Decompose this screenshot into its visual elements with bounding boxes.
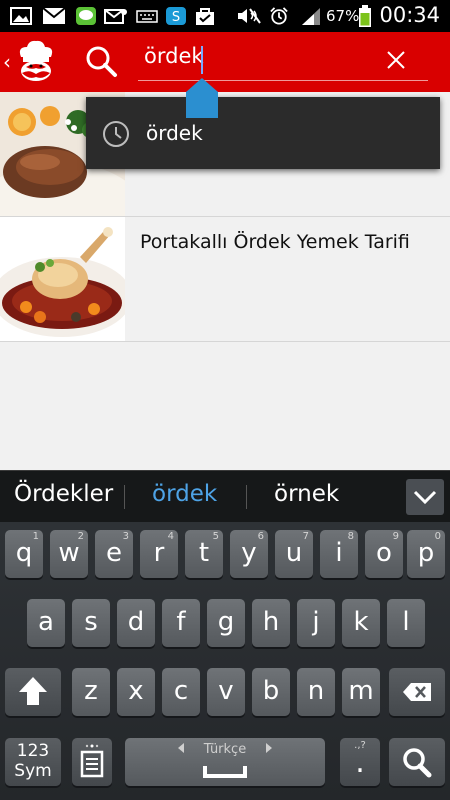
email-icon: [104, 9, 127, 24]
gmail-icon: [42, 7, 66, 24]
key-u[interactable]: 7u: [275, 530, 313, 578]
key-q[interactable]: 1q: [5, 530, 43, 578]
shift-arrow-icon: [19, 677, 47, 705]
search-input[interactable]: ördek: [144, 44, 204, 68]
clipboard-key[interactable]: [72, 738, 112, 786]
recipe-thumbnail: [0, 217, 125, 341]
key-a[interactable]: a: [27, 599, 65, 647]
key-o[interactable]: 9o: [365, 530, 403, 578]
key-c[interactable]: c: [162, 668, 200, 716]
search-underline: [138, 80, 428, 81]
key-t[interactable]: 5t: [185, 530, 223, 578]
text-selection-handle[interactable]: [186, 78, 218, 118]
suggestion-text: ördek: [146, 121, 203, 145]
clipboard-icon: [80, 744, 104, 778]
key-f[interactable]: f: [162, 599, 200, 647]
prediction-1[interactable]: Ördekler: [14, 481, 113, 507]
action-bar: ‹ ördek: [0, 32, 450, 92]
signal-icon: [302, 8, 320, 25]
recipe-title: Portakallı Ördek Yemek Tarifi: [140, 231, 410, 253]
mute-icon: [238, 8, 261, 24]
key-y[interactable]: 6y: [230, 530, 268, 578]
key-z[interactable]: z: [72, 668, 110, 716]
chef-logo-icon[interactable]: [13, 39, 59, 85]
key-d[interactable]: d: [117, 599, 155, 647]
prediction-3[interactable]: örnek: [274, 481, 339, 507]
history-clock-icon: [103, 121, 129, 147]
chevron-down-icon: [413, 490, 437, 505]
clear-search-icon[interactable]: [384, 48, 408, 72]
key-n[interactable]: n: [297, 668, 335, 716]
key-m[interactable]: m: [342, 668, 380, 716]
key-i[interactable]: 8i: [320, 530, 358, 578]
keyboard-icon: [136, 10, 158, 23]
search-suggestion[interactable]: ördek: [86, 97, 440, 169]
battery-icon: [359, 5, 371, 27]
key-b[interactable]: b: [252, 668, 290, 716]
expand-predictions-button[interactable]: [406, 479, 444, 515]
shift-key[interactable]: [5, 668, 61, 716]
key-v[interactable]: v: [207, 668, 245, 716]
key-e[interactable]: 3e: [95, 530, 133, 578]
key-l[interactable]: l: [387, 599, 425, 647]
period-key[interactable]: .,? .: [340, 738, 380, 786]
battery-percent: 67%: [326, 7, 360, 25]
status-bar: S 67% 00:34: [0, 0, 450, 32]
shopping-bag-icon: [196, 8, 214, 25]
key-x[interactable]: x: [117, 668, 155, 716]
symbols-key[interactable]: 123 Sym: [5, 738, 61, 786]
key-k[interactable]: k: [342, 599, 380, 647]
prediction-bar: Ördekler ördek örnek: [0, 470, 450, 522]
prediction-separator: [124, 485, 125, 509]
key-r[interactable]: 4r: [140, 530, 178, 578]
svg-text:S: S: [172, 10, 180, 25]
search-key[interactable]: [389, 738, 445, 786]
clock: 00:34: [379, 3, 440, 27]
key-w[interactable]: 2w: [50, 530, 88, 578]
space-key[interactable]: Türkçe: [125, 738, 325, 786]
key-g[interactable]: g: [207, 599, 245, 647]
key-h[interactable]: h: [252, 599, 290, 647]
prediction-2[interactable]: ördek: [152, 481, 217, 507]
list-item[interactable]: Portakallı Ördek Yemek Tarifi: [0, 217, 450, 342]
search-icon: [403, 748, 432, 778]
backspace-key[interactable]: [389, 668, 445, 716]
line-icon: [76, 7, 96, 25]
search-icon[interactable]: [84, 44, 118, 78]
text-cursor: [201, 46, 203, 74]
language-label: Türkçe: [203, 742, 247, 757]
key-s[interactable]: s: [72, 599, 110, 647]
alarm-icon: [270, 7, 288, 25]
image-icon: [10, 7, 32, 25]
keyboard-keys: 1q 2w 3e 4r 5t 6y 7u 8i 9o 0p a s d f g …: [0, 522, 450, 800]
key-j[interactable]: j: [297, 599, 335, 647]
key-p[interactable]: 0p: [407, 530, 445, 578]
skype-icon: S: [166, 7, 186, 25]
prediction-separator: [246, 485, 247, 509]
backspace-icon: [403, 683, 431, 701]
keyboard: Ördekler ördek örnek 1q 2w 3e 4r 5t 6y 7…: [0, 470, 450, 800]
back-chevron-icon[interactable]: ‹: [3, 50, 11, 74]
